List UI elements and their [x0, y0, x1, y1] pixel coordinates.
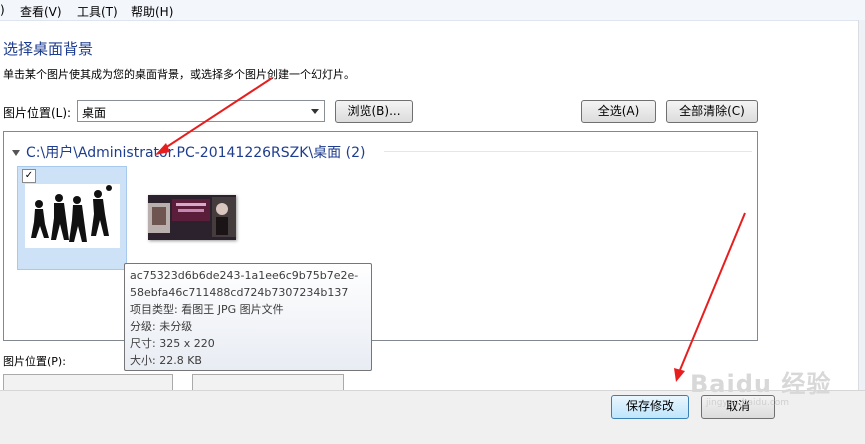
annotation-arrow-icon — [674, 212, 746, 382]
annotation-arrow-icon — [155, 77, 273, 155]
annotation-arrows — [155, 77, 746, 382]
